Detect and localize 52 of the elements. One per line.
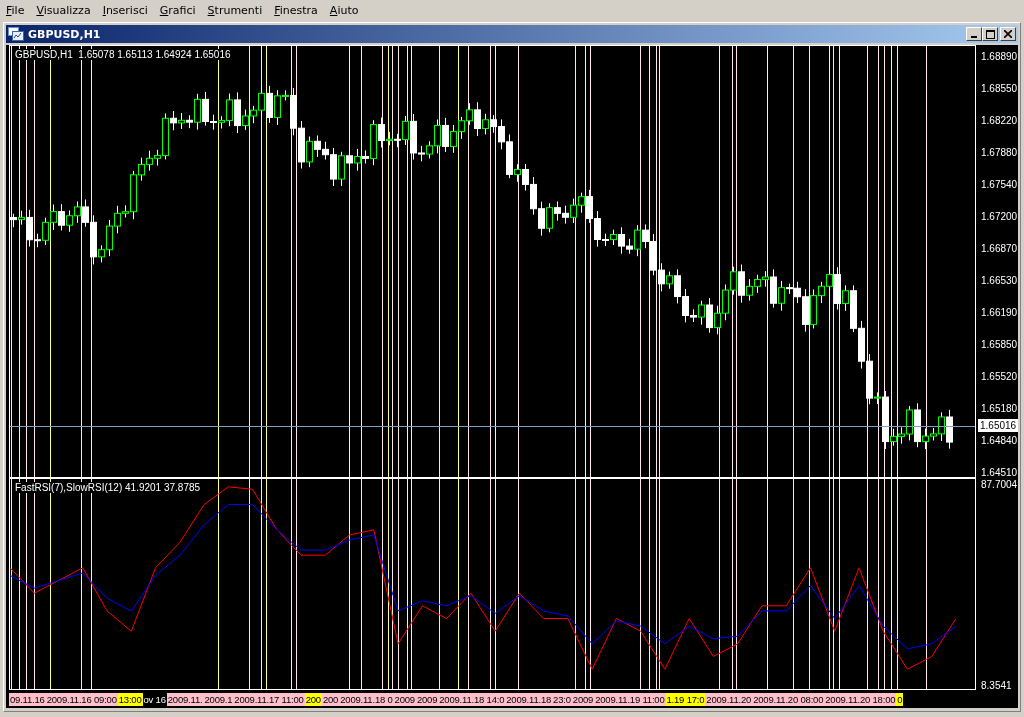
menu-item[interactable]: Visualizza xyxy=(30,3,97,17)
time-label: 2009.11.20 xyxy=(705,692,753,706)
time-label: 2009.11.17 11:00 xyxy=(233,692,305,706)
chart-icon xyxy=(8,27,24,41)
time-label: 2009.1 xyxy=(203,692,234,706)
menu-item[interactable]: Strumenti xyxy=(201,3,269,17)
price-label: 1.67880 xyxy=(981,146,1018,159)
time-label: 2009.11.19 11:00 xyxy=(594,692,666,706)
price-label: 1.64510 xyxy=(981,466,1018,479)
price-label: 1.68220 xyxy=(981,114,1018,127)
time-label: 23:0 xyxy=(552,692,572,706)
maximize-icon xyxy=(985,29,995,39)
time-label: 2009.11. xyxy=(166,692,204,706)
menu-item[interactable]: Grafici xyxy=(153,3,202,17)
price-label: 1.65850 xyxy=(981,338,1018,351)
close-icon xyxy=(1004,30,1012,38)
time-label: 1.19 17:0 xyxy=(665,692,706,706)
price-label: 1.67540 xyxy=(981,178,1018,191)
current-price-label: 1.65016 xyxy=(978,419,1019,432)
indicator-label: FastRSI(7),SlowRSI(12) 41.9201 37.8785 xyxy=(14,482,202,493)
price-label: 1.65520 xyxy=(981,370,1018,383)
menu-item[interactable]: File xyxy=(0,3,31,17)
scale-label: 8.3541 xyxy=(981,679,1012,692)
price-label: 1.66190 xyxy=(981,306,1018,319)
time-label: 2009 xyxy=(415,692,439,706)
price-label: 1.66530 xyxy=(981,274,1018,287)
price-label: 1.66870 xyxy=(981,242,1018,255)
price-label: 1.64840 xyxy=(981,434,1018,447)
price-label: 1.65180 xyxy=(981,402,1018,415)
time-label: 2009 xyxy=(571,692,595,706)
time-label: 2009.11.20 08:00 xyxy=(752,692,825,706)
price-label: 1.67200 xyxy=(981,210,1018,223)
time-label: 2009 xyxy=(393,692,416,706)
minimize-button[interactable] xyxy=(966,27,982,41)
close-button[interactable] xyxy=(1000,27,1016,41)
maximize-button[interactable] xyxy=(982,27,998,41)
scale-label: 87.7004 xyxy=(981,478,1018,491)
time-label: 2009.11.20 18:00 xyxy=(824,692,897,706)
price-label: 1.68890 xyxy=(981,50,1018,63)
menu-item[interactable]: Aiuto xyxy=(323,3,365,17)
time-label: 2009.11.18 0 xyxy=(339,692,394,706)
time-label: 2009.11.18 xyxy=(505,692,553,706)
time-label: 13:00 xyxy=(117,692,143,706)
price-label: 1.68550 xyxy=(981,82,1018,95)
chart-header: GBPUSD,H1 1.65078 1.65113 1.64924 1.65016 xyxy=(14,49,232,60)
window-title: GBPUSD,H1 xyxy=(28,27,101,41)
menu-item[interactable]: Finestra xyxy=(268,3,324,17)
time-label: 2009.11.18 14:0 xyxy=(438,692,506,706)
time-label: 2009.11.16 09:00 xyxy=(45,692,118,706)
menu-item[interactable]: Inserisci xyxy=(96,3,154,17)
time-label: 0 xyxy=(896,692,904,706)
time-label: 09.11.16 xyxy=(9,692,46,706)
